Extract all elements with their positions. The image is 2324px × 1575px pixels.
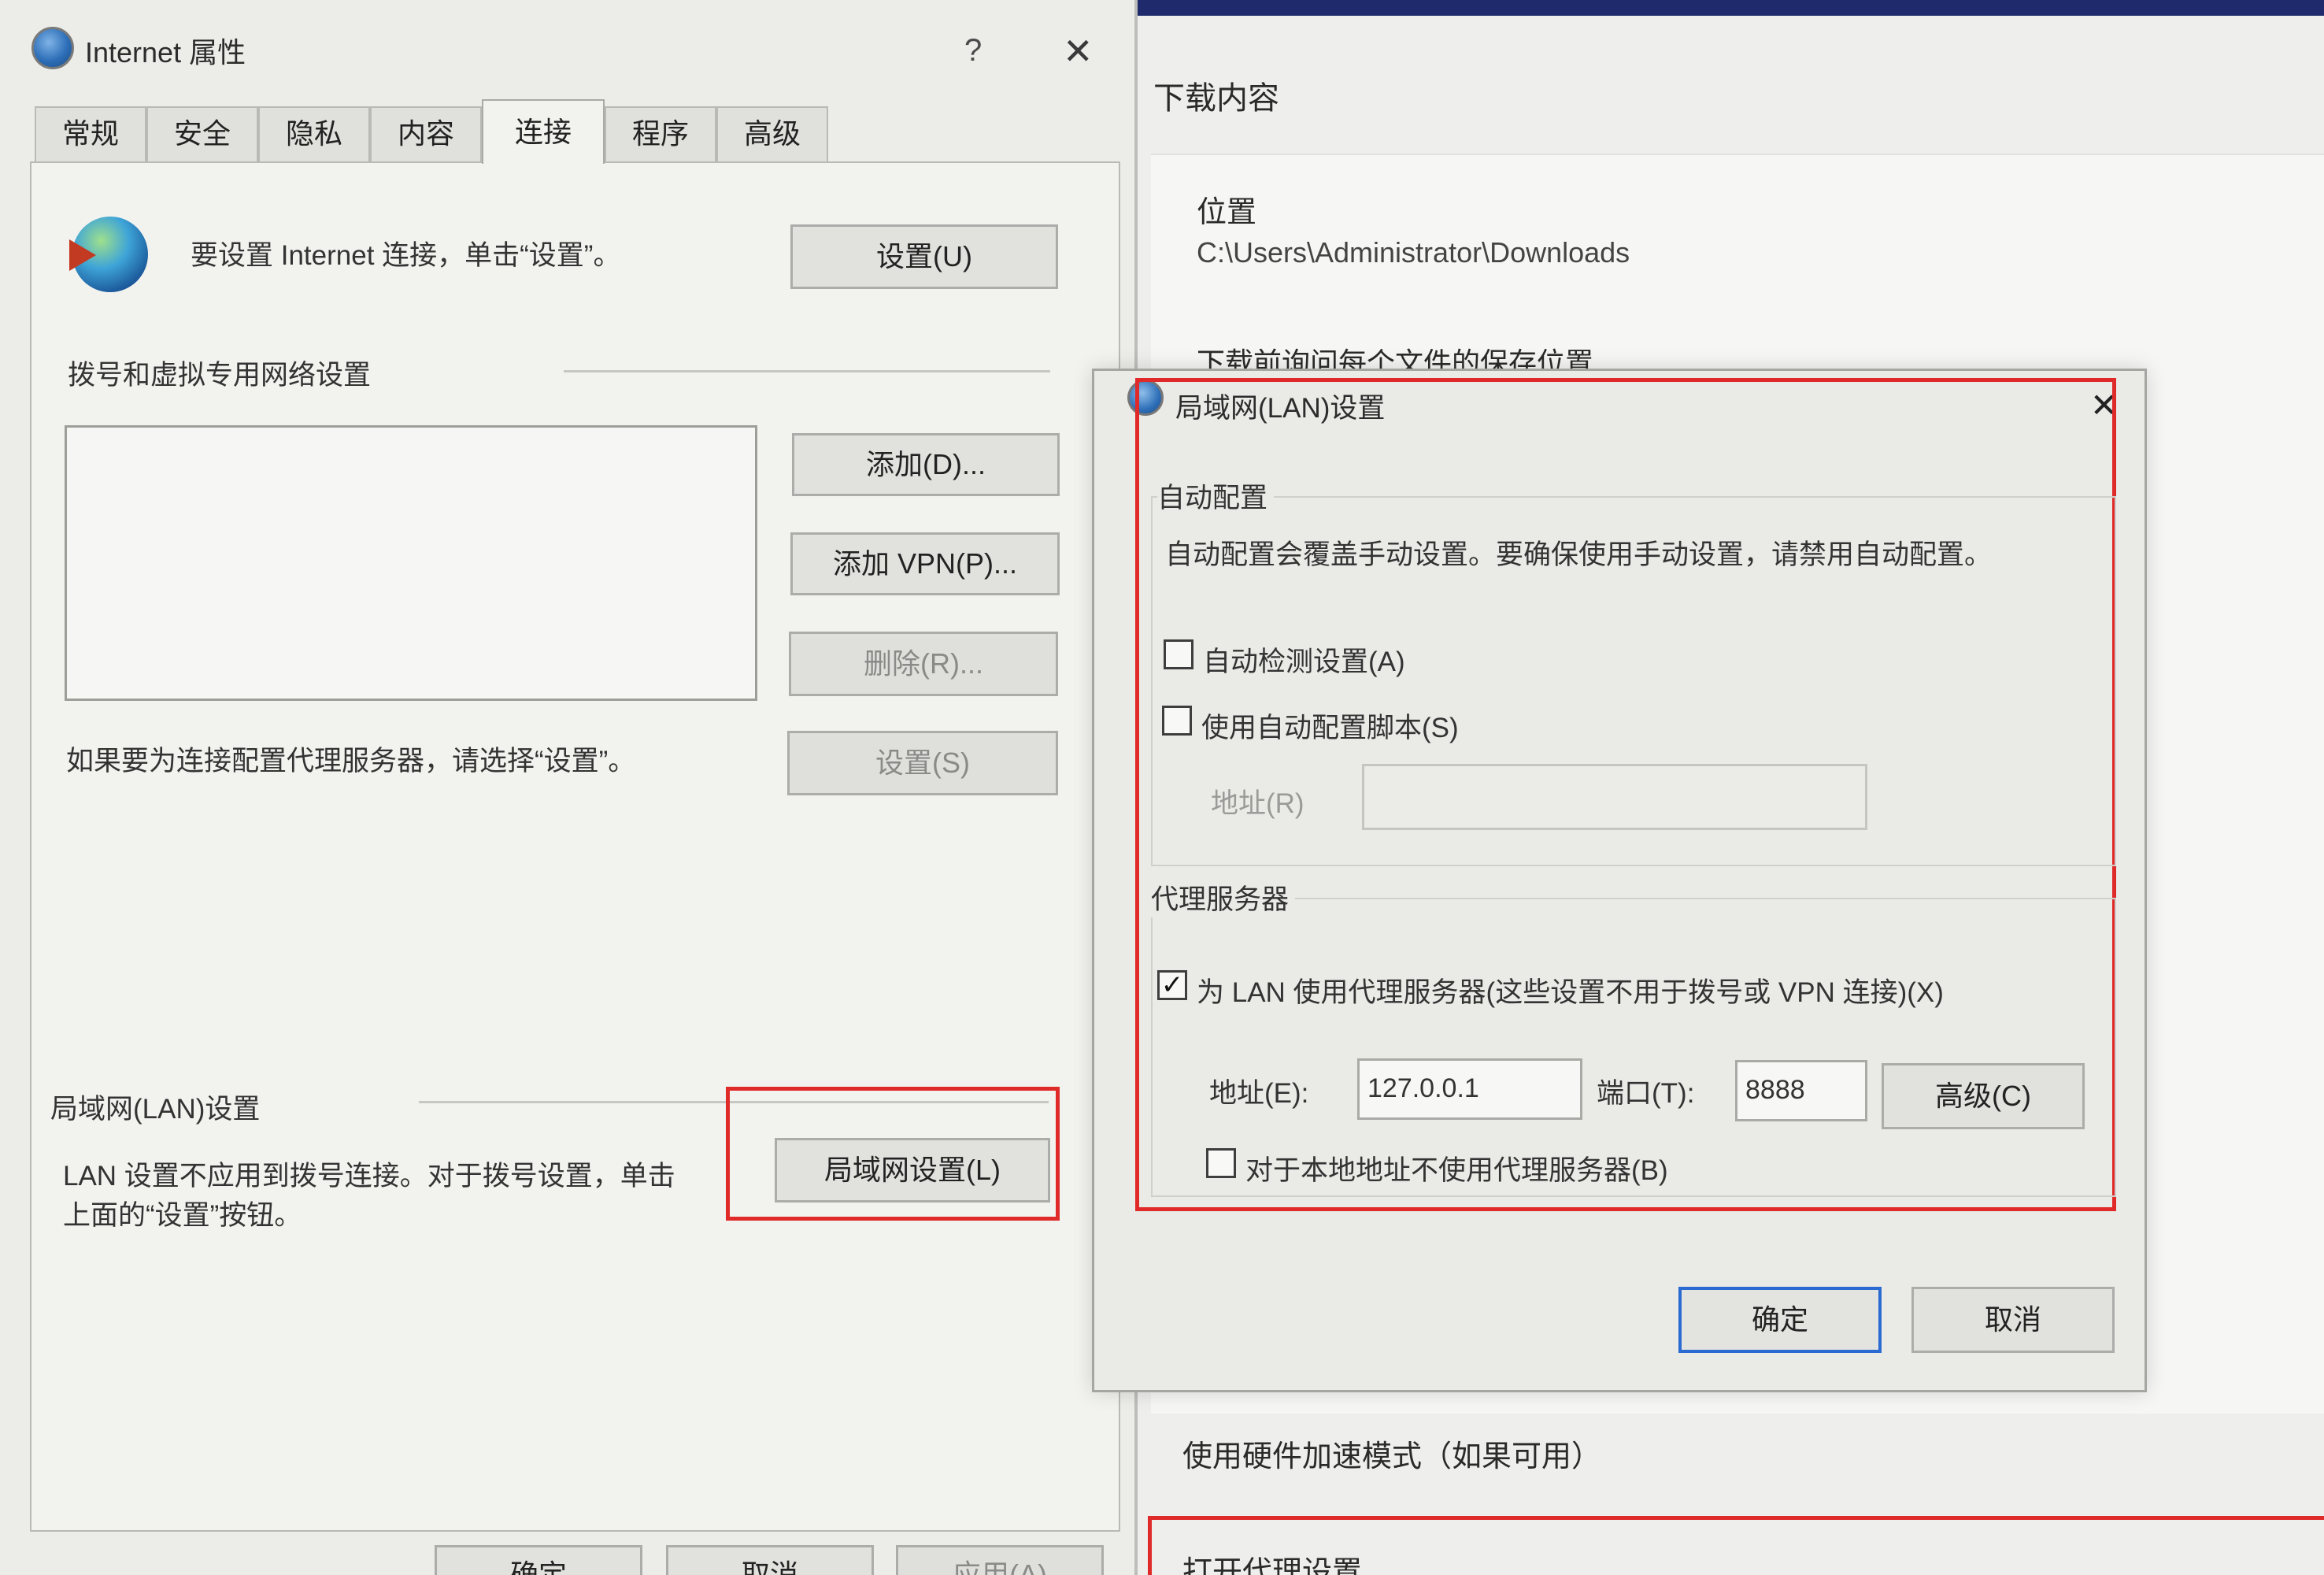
location-label: 位置: [1197, 196, 1257, 229]
lan-note-line2: 上面的“设置”按钮。: [63, 1200, 302, 1231]
section-divider: [564, 370, 1050, 372]
ie-dialog-title: Internet 属性: [85, 36, 246, 69]
tab-privacy[interactable]: 隐私: [258, 106, 370, 161]
tab-general[interactable]: 常规: [35, 106, 146, 161]
lan-note-line1: LAN 设置不应用到拨号连接。对于拨号设置，单击: [63, 1161, 675, 1191]
lan-cancel-button[interactable]: 取消: [1911, 1287, 2115, 1353]
lan-section-title: 局域网(LAN)设置: [50, 1094, 261, 1125]
proxy-hint-text: 如果要为连接配置代理服务器，请选择“设置”。: [66, 746, 636, 776]
hardware-accel-text[interactable]: 使用硬件加速模式（如果可用）: [1182, 1432, 1601, 1475]
connection-settings-button[interactable]: 设置(S): [787, 731, 1058, 795]
downloads-heading: 下载内容: [1153, 81, 1279, 116]
proxy-server-section-title: 代理服务器: [1151, 877, 1296, 917]
add-vpn-button[interactable]: 添加 VPN(P)...: [790, 532, 1060, 595]
use-script-label[interactable]: 使用自动配置脚本(S): [1201, 706, 1459, 746]
open-proxy-settings-link[interactable]: 打开代理设置: [1182, 1547, 1362, 1575]
help-icon[interactable]: ?: [964, 33, 982, 69]
connection-list[interactable]: [65, 425, 757, 701]
close-icon[interactable]: ✕: [1063, 30, 1094, 72]
auto-detect-checkbox[interactable]: [1164, 639, 1193, 669]
setup-connection-text: 要设置 Internet 连接，单击“设置”。: [191, 240, 621, 271]
apply-button[interactable]: 应用(A): [896, 1545, 1104, 1575]
script-address-label: 地址(R): [1211, 788, 1304, 819]
arrow-icon: [69, 239, 96, 271]
proxy-address-input[interactable]: 127.0.0.1: [1357, 1058, 1582, 1120]
setup-button[interactable]: 设置(U): [790, 224, 1058, 289]
tab-content[interactable]: 内容: [370, 106, 482, 161]
tab-connections[interactable]: 连接: [482, 99, 605, 164]
use-proxy-checkbox[interactable]: ✓: [1157, 970, 1187, 1000]
advanced-button[interactable]: 高级(C): [1882, 1063, 2085, 1129]
tab-programs[interactable]: 程序: [605, 106, 716, 161]
port-input[interactable]: 8888: [1735, 1060, 1867, 1121]
add-button[interactable]: 添加(D)...: [792, 433, 1060, 496]
auto-config-section-title: 自动配置: [1157, 476, 1275, 516]
dialup-vpn-section-title: 拨号和虚拟专用网络设置: [68, 360, 372, 391]
bypass-local-label[interactable]: 对于本地地址不使用代理服务器(B): [1245, 1148, 1668, 1188]
lan-settings-button[interactable]: 局域网设置(L): [775, 1138, 1050, 1203]
auto-config-description: 自动配置会覆盖手动设置。要确保使用手动设置，请禁用自动配置。: [1165, 539, 1993, 570]
proxy-address-label: 地址(E):: [1209, 1078, 1309, 1109]
auto-detect-label[interactable]: 自动检测设置(A): [1203, 639, 1405, 680]
tab-advanced[interactable]: 高级: [716, 106, 828, 161]
tab-security[interactable]: 安全: [146, 106, 258, 161]
lan-ok-button[interactable]: 确定: [1678, 1287, 1882, 1353]
port-label: 端口(T):: [1597, 1078, 1695, 1109]
location-path[interactable]: C:\Users\Administrator\Downloads: [1197, 236, 1630, 269]
cancel-button[interactable]: 取消: [666, 1545, 874, 1575]
script-address-input[interactable]: [1362, 764, 1867, 830]
use-proxy-label[interactable]: 为 LAN 使用代理服务器(这些设置不用于拨号或 VPN 连接)(X): [1197, 970, 1944, 1010]
bypass-local-checkbox[interactable]: [1206, 1148, 1236, 1178]
use-script-checkbox[interactable]: [1162, 706, 1192, 736]
ok-button[interactable]: 确定: [435, 1545, 642, 1575]
internet-options-icon: [31, 27, 74, 69]
remove-button[interactable]: 删除(R)...: [789, 632, 1058, 696]
